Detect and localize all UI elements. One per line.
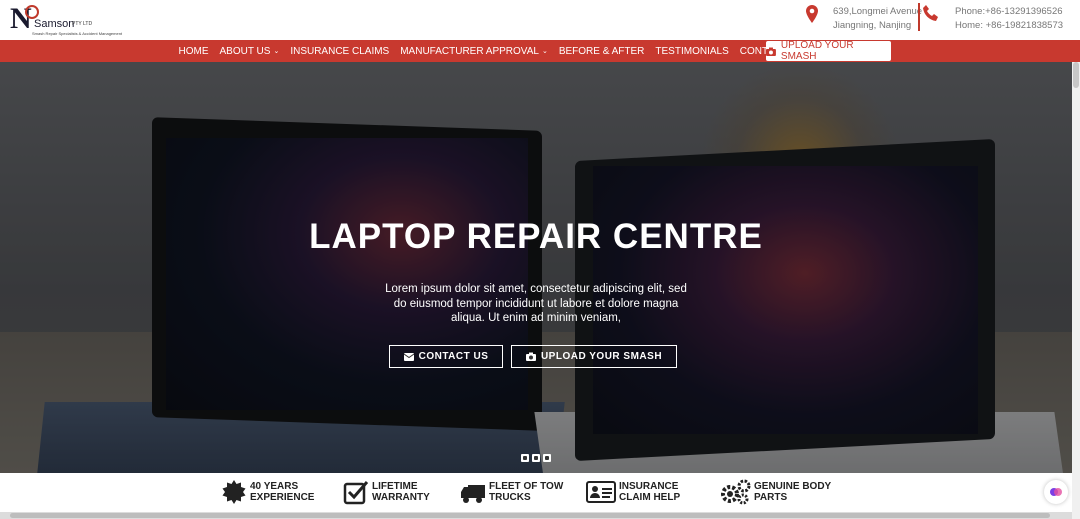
site-logo[interactable]: N Samson PTY LTD Smash Repair Specialist… [10,4,122,37]
feature-line-2: PARTS [754,492,788,503]
nav-item-label: BEFORE & AFTER [558,45,645,57]
phone-block: Phone:+86-13291396526 Home: +86-19821838… [955,5,1063,33]
nav-item-manufacturer-approval[interactable]: MANUFACTURER APPROVAL ⌄ [395,40,554,62]
nav-upload-smash-button[interactable]: UPLOAD YOUR SMASH [766,40,891,62]
camera-icon [766,47,776,56]
hero-upload-label: UPLOAD YOUR SMASH [540,351,663,362]
hero-title: LAPTOP REPAIR CENTRE [309,217,763,256]
feature-line-1: 40 YEARS [250,481,299,492]
hero-slider: LAPTOP REPAIR CENTRE Lorem ipsum dolor s… [0,62,1072,473]
chevron-down-icon: ⌄ [273,48,280,55]
camera-icon [525,352,536,361]
nav-item-home[interactable]: HOME [173,40,214,62]
hero-contact-label: CONTACT US [418,351,489,362]
horizontal-scrollbar[interactable] [0,512,1072,519]
nav-item-label: TESTIMONIALS [655,45,729,57]
slider-pagination [521,454,551,462]
address-line-2: Jiangning, Nanjing [833,20,912,31]
location-pin-icon [806,5,818,23]
phone-line-2[interactable]: Home: +86-19821838573 [955,19,1063,33]
nav-upload-label: UPLOAD YOUR SMASH [780,40,854,62]
nav-item-label: MANUFACTURER APPROVAL [400,45,539,57]
hero-description: Lorem ipsum dolor sit amet, consectetur … [385,283,687,324]
feature-line-2: WARRANTY [372,492,430,503]
feature-genuine-parts: GENUINE BODY PARTS [719,479,831,505]
feature-line-2: EXPERIENCE [250,492,315,503]
feature-line-1: INSURANCE [619,481,679,492]
vertical-scrollbar[interactable] [1072,62,1080,519]
hero-contact-button[interactable]: CONTACT US [389,345,503,368]
header-divider [918,3,920,31]
phone-icon [923,5,938,21]
gear-badge-icon [222,480,246,504]
nav-item-label: ABOUT US [219,45,271,57]
site-header: N Samson PTY LTD Smash Repair Specialist… [0,0,1080,40]
feature-experience: 40 YEARS EXPERIENCE [221,479,314,505]
nav-item-label: INSURANCE CLAIMS [290,45,390,57]
envelope-icon [403,352,414,361]
feature-line-1: LIFETIME [372,481,418,492]
phone-line-1[interactable]: Phone:+86-13291396526 [955,5,1063,19]
id-card-icon [586,481,616,503]
nav-items: HOME ABOUT US ⌄ INSURANCE CLAIMS MANUFAC… [173,40,809,62]
nav-item-about-us[interactable]: ABOUT US ⌄ [214,40,285,62]
truck-icon [461,485,485,503]
chat-bubble-icon [1050,488,1062,496]
horizontal-scrollbar-thumb[interactable] [10,513,1050,518]
hero-overlay [0,62,1072,473]
main-nav: HOME ABOUT US ⌄ INSURANCE CLAIMS MANUFAC… [0,40,1080,62]
feature-warranty: LIFETIME WARRANTY [343,479,430,505]
slider-dot[interactable] [521,454,529,462]
nav-item-testimonials[interactable]: TESTIMONIALS [650,40,734,62]
feature-line-1: GENUINE BODY [754,481,832,492]
logo-brand-suffix: PTY LTD [72,21,93,27]
chat-widget-icon[interactable] [1044,480,1068,504]
logo-brand: Samson [34,18,75,30]
feature-line-1: FLEET OF TOW [489,481,564,492]
feature-tow-trucks: FLEET OF TOW TRUCKS [460,479,563,505]
address-line-1: 639,Longmei Avenue [833,6,923,17]
nav-item-insurance-claims[interactable]: INSURANCE CLAIMS [285,40,395,62]
chevron-down-icon: ⌄ [541,48,548,55]
nav-item-before-after[interactable]: BEFORE & AFTER [553,40,650,62]
address-block: 639,Longmei Avenue Jiangning, Nanjing [833,5,922,33]
nav-item-label: HOME [178,45,209,57]
feature-insurance-help: INSURANCE CLAIM HELP [586,479,680,505]
gears-icon [721,479,751,505]
slider-dot[interactable] [532,454,540,462]
feature-line-2: CLAIM HELP [619,492,681,503]
scrollbar-thumb[interactable] [1073,62,1079,88]
logo-tagline: Smash Repair Specialists & Accident Mana… [32,31,123,36]
hero-upload-button[interactable]: UPLOAD YOUR SMASH [511,345,677,368]
logo-ring-icon [25,5,39,19]
checkbox-icon [343,481,369,505]
slider-dot[interactable] [543,454,551,462]
feature-line-2: TRUCKS [489,492,531,503]
